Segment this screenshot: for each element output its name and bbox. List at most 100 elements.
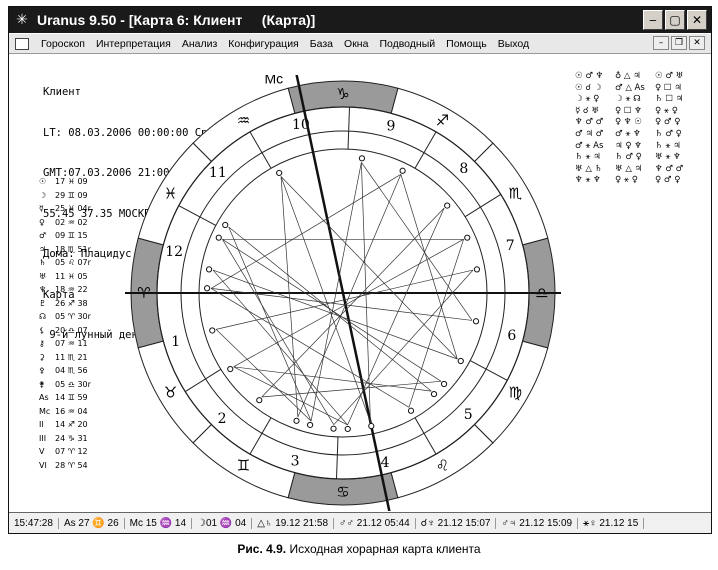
planet-marker[interactable]	[209, 327, 216, 334]
planet-marker[interactable]	[205, 266, 213, 273]
status-segment: ♂♂ 21.12 05:44	[334, 517, 416, 529]
house-cusp-line	[347, 107, 350, 150]
zodiac-sign-glyph: ♌	[436, 456, 449, 474]
planet-marker[interactable]	[358, 155, 366, 162]
uranus-logo-icon[interactable]: ✳	[13, 11, 31, 29]
planet-marker[interactable]	[222, 221, 229, 229]
mdi-controls: – ❐ ✕	[653, 36, 705, 50]
aspect-cell[interactable]: ♄ ☐ ♃	[655, 94, 695, 106]
menu-analysis[interactable]: Анализ	[178, 38, 221, 50]
mdi-minimize-icon[interactable]: –	[653, 36, 669, 50]
aspect-cell[interactable]: ♆ ♂ ♂	[575, 117, 615, 129]
chart-area: Клиент LT: 08.03.2006 00:00:00 Ср GMT:07…	[9, 55, 711, 511]
aspect-cell[interactable]: ♀ ⚹ ♀	[655, 106, 695, 118]
aspect-cell[interactable]: ♂ ⚹ As	[575, 141, 615, 153]
aspect-cell[interactable]: ☽ ⚹ ♀	[575, 94, 615, 106]
menu-help[interactable]: Помощь	[442, 38, 491, 50]
planet-marker[interactable]	[293, 417, 300, 424]
planet-marker[interactable]	[430, 390, 438, 398]
document-icon[interactable]	[15, 37, 29, 50]
status-segment: Mc 15 ♒ 14	[125, 517, 193, 529]
planet-row: ♆ 18 ♒ 22	[39, 283, 91, 297]
planet-glyph: II	[39, 420, 44, 429]
horoscope-wheel[interactable]: ♈♉♊♋♌♍♎♏♐♑♒♓123456789101112AsMc	[125, 75, 561, 511]
house-cusp-line	[184, 368, 222, 392]
planet-marker[interactable]	[256, 397, 263, 404]
planet-marker[interactable]	[330, 425, 337, 432]
zodiac-sign-glyph: ♏	[509, 185, 523, 203]
aspect-cell[interactable]: ♀ ♆ ☉	[615, 117, 655, 129]
planet-marker[interactable]	[457, 357, 464, 365]
menu-underwater[interactable]: Подводный	[375, 38, 439, 50]
mdi-restore-icon[interactable]: ❐	[671, 36, 687, 50]
aspect-cell[interactable]: ♆ ⚹ ♆	[575, 175, 615, 187]
aspect-cell[interactable]: ♅ △ ♄	[575, 164, 615, 176]
aspect-cell[interactable]: ♂ ⚹ ♆	[615, 129, 655, 141]
title-bar[interactable]: ✳ Uranus 9.50 - [Карта 6: Клиент (Карта)…	[9, 7, 711, 33]
minimize-icon[interactable]: ‒	[643, 10, 663, 30]
planet-position: 07 ♒ 11	[55, 339, 88, 348]
aspect-line	[233, 366, 348, 426]
planet-marker[interactable]	[399, 167, 406, 174]
planet-marker[interactable]	[227, 365, 234, 373]
menu-horoscope[interactable]: Гороскоп	[37, 38, 89, 50]
menu-exit[interactable]: Выход	[494, 38, 533, 50]
planet-marker[interactable]	[472, 318, 480, 325]
aspect-cell[interactable]: ♂ ♃ ♂	[575, 129, 615, 141]
planet-marker[interactable]	[344, 425, 351, 433]
aspect-row: ♅ △ ♄ ♅ △ ♃ ♆ ♂ ♂	[575, 164, 695, 176]
window-title: Uranus 9.50 - [Карта 6: Клиент (Карта)]	[37, 12, 316, 28]
aspect-cell[interactable]: ♄ ♂ ♀	[655, 129, 695, 141]
planet-marker[interactable]	[444, 202, 451, 209]
close-icon[interactable]: ✕	[687, 10, 707, 30]
menu-windows[interactable]: Окна	[340, 38, 372, 50]
planet-glyph: ⚵	[39, 379, 45, 389]
aspect-cell[interactable]: ♀ ♂ ♀	[655, 175, 695, 187]
aspect-cell[interactable]: ♄ ⚹ ♃	[575, 152, 615, 164]
aspect-cell[interactable]: ♄ ⚹ ♃	[655, 141, 695, 153]
aspect-cell[interactable]: ♃ ♀ ♆	[615, 141, 655, 153]
maximize-icon[interactable]: ▢	[665, 10, 685, 30]
menu-database[interactable]: База	[306, 38, 337, 50]
planet-row: ⚵ 05 ♎ 30r	[39, 378, 91, 392]
planet-marker[interactable]	[306, 421, 314, 429]
planet-glyph: V	[39, 447, 45, 456]
aspect-cell[interactable]: ☉ ♂ ♅	[655, 71, 695, 83]
planet-marker[interactable]	[440, 380, 448, 388]
aspect-cell[interactable]: ♀ ☐ ♆	[615, 106, 655, 118]
planet-marker[interactable]	[215, 234, 222, 241]
aspect-cell[interactable]: ♀ ⚹ ♀	[615, 175, 655, 187]
planet-position: 28 ♈ 54	[55, 460, 88, 470]
planet-row: As 14 ♊ 59	[39, 391, 91, 405]
aspect-cell[interactable]: ♁ △ ♃	[615, 71, 655, 83]
mdi-close-icon[interactable]: ✕	[689, 36, 705, 50]
aspect-cell[interactable]: ☉ ♂ ♆	[575, 71, 615, 83]
house-number: 9	[386, 119, 395, 135]
aspect-cell[interactable]: ♀ ♂ ♀	[655, 117, 695, 129]
aspect-cell[interactable]: ☿ ☌ ♅	[575, 106, 615, 118]
planet-marker[interactable]	[203, 285, 211, 292]
menu-configuration[interactable]: Конфигурация	[224, 38, 302, 50]
aspect-cell[interactable]: ♆ ♂ ♂	[655, 164, 695, 176]
aspect-cell[interactable]: ☉ ☌ ☽	[575, 83, 615, 95]
house-number: 4	[381, 455, 390, 471]
aspect-row: ☉ ☌ ☽ ♂ △ As ♀ ☐ ♃	[575, 83, 695, 95]
aspect-row: ☿ ☌ ♅ ♀ ☐ ♆ ♀ ⚹ ♀	[575, 106, 695, 118]
planet-position: 29 ♊ 09	[55, 190, 88, 200]
planet-row: ☿ 25 ♓ 04r	[39, 202, 91, 216]
aspect-cell[interactable]: ♅ △ ♃	[615, 164, 655, 176]
aspect-cell[interactable]: ☽ ⚹ ☊	[615, 94, 655, 106]
planet-marker[interactable]	[473, 266, 481, 273]
menu-interpretation[interactable]: Интерпретация	[92, 38, 175, 50]
aspect-cell[interactable]: ♅ ⚹ ♆	[655, 152, 695, 164]
planet-marker[interactable]	[407, 407, 415, 414]
planet-row: ☊ 05 ♈ 30r	[39, 310, 91, 324]
aspect-cell[interactable]: ♀ ☐ ♃	[655, 83, 695, 95]
aspect-cell[interactable]: ♄ ♂ ♀	[615, 152, 655, 164]
planet-row: III 24 ♑ 31	[39, 432, 91, 446]
planet-marker[interactable]	[276, 169, 283, 177]
aspect-cell[interactable]: ♂ △ As	[615, 83, 655, 95]
aspect-line	[212, 269, 458, 360]
planet-marker[interactable]	[464, 234, 471, 241]
planet-marker[interactable]	[368, 422, 375, 430]
